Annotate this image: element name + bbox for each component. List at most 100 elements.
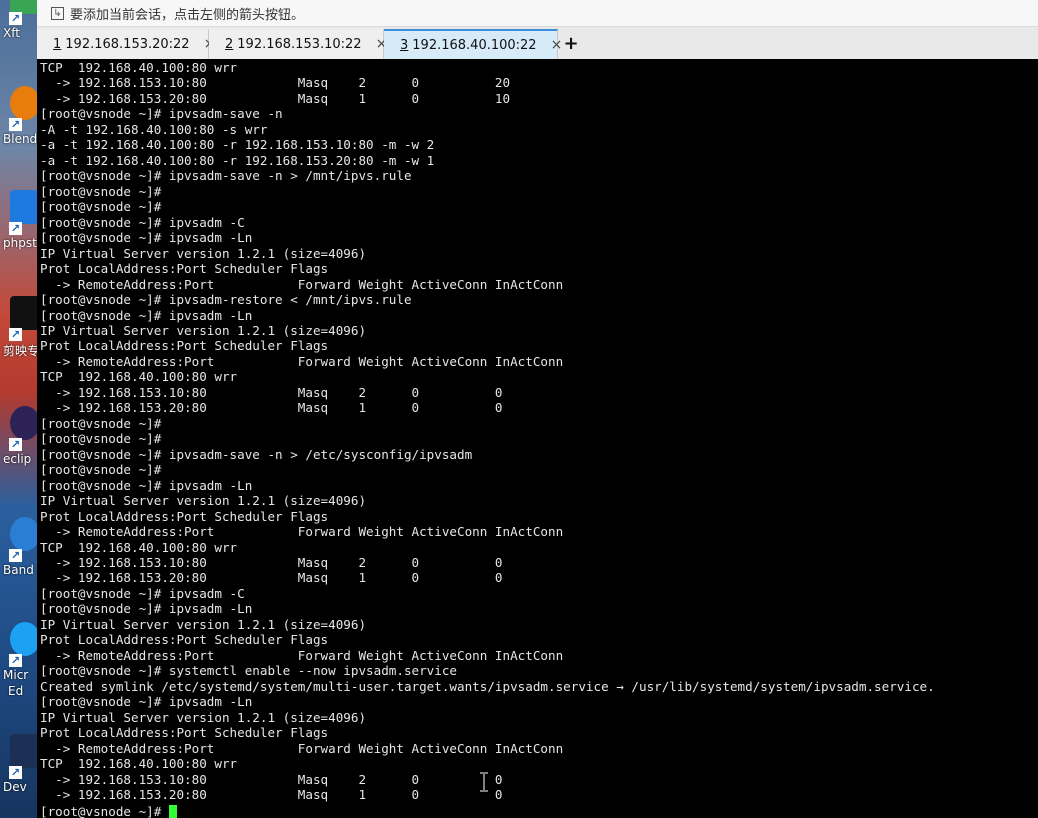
terminal-line: [root@vsnode ~]# ipvsadm -Ln (40, 307, 253, 323)
terminal-output[interactable]: TCP 192.168.40.100:80 wrr -> 192.168.153… (37, 60, 1038, 818)
terminal-line: -> RemoteAddress:Port Forward Weight Act… (55, 276, 564, 292)
terminal-line: -> RemoteAddress:Port Forward Weight Act… (55, 524, 564, 540)
desktop-shortcut-phpstorm[interactable]: ↗ phpst (0, 186, 37, 250)
desktop-shortcut-microsoft-edge[interactable]: ↗ Micr Ed (0, 618, 37, 698)
desktop-shortcut-label: eclip (3, 452, 32, 466)
jianying-icon (10, 296, 37, 330)
terminal-line: TCP 192.168.40.100:80 wrr (40, 369, 238, 385)
edge-icon (10, 622, 37, 656)
tab-label: 192.168.40.100:22 (412, 37, 537, 53)
terminal-line: [root@vsnode ~]# ipvsadm-save -n > /mnt/… (40, 168, 412, 184)
shortcut-arrow-icon: ↗ (9, 766, 22, 779)
terminal-line: -> 192.168.153.20:80 Masq 1 0 10 (55, 90, 511, 106)
terminal-line: -> 192.168.153.10:80 Masq 2 0 20 (55, 75, 511, 91)
terminal-line: -> RemoteAddress:Port Forward Weight Act… (55, 353, 564, 369)
terminal-line: IP Virtual Server version 1.2.1 (size=40… (40, 616, 367, 632)
desktop-shortcut-label: Xft (3, 26, 20, 40)
desktop-shortcut-label: 剪映专 (3, 344, 37, 358)
xshell-window: ↳ 要添加当前会话，点击左侧的箭头按钮。 1 192.168.153.20:22… (37, 0, 1038, 818)
desktop-shortcut-xftp[interactable]: ↗ Xft (0, 0, 37, 40)
terminal-line: -> 192.168.153.10:80 Masq 2 0 0 (55, 771, 503, 787)
tab-number: 3 (400, 37, 409, 53)
shortcut-arrow-icon: ↗ (9, 549, 22, 562)
desktop-shortcut-bandizip[interactable]: ↗ Band (0, 513, 37, 577)
tab-session-3[interactable]: 3 192.168.40.100:22 × (384, 29, 562, 59)
desktop-shortcut-label: Micr (3, 668, 29, 682)
terminal-prompt: [root@vsnode ~]# (40, 804, 169, 818)
terminal-line: [root@vsnode ~]# ipvsadm-restore < /mnt/… (40, 292, 412, 308)
terminal-line: [root@vsnode ~]# ipvsadm -Ln (40, 477, 253, 493)
desktop-strip: ↗ Xft ↗ Blend ↗ phpst ↗ 剪映专 ↗ eclip ↗ Ba… (0, 0, 37, 818)
terminal-line: TCP 192.168.40.100:80 wrr (40, 756, 238, 772)
terminal-line: [root@vsnode ~]# systemctl enable --now … (40, 663, 458, 679)
tab-number: 1 (53, 36, 62, 52)
terminal-line: IP Virtual Server version 1.2.1 (size=40… (40, 709, 367, 725)
desktop-shortcut-blender[interactable]: ↗ Blend (0, 82, 37, 146)
terminal-line: IP Virtual Server version 1.2.1 (size=40… (40, 245, 367, 261)
desktop-shortcut-label: Dev (3, 780, 27, 794)
shortcut-arrow-icon: ↗ (9, 222, 22, 235)
desktop-shortcut-label: phpst (3, 236, 37, 250)
terminal-line: [root@vsnode ~]# (40, 462, 162, 478)
terminal-line: -a -t 192.168.40.100:80 -r 192.168.153.1… (40, 137, 435, 153)
dev-icon (10, 734, 37, 768)
desktop-shortcut-label: Ed (8, 684, 24, 698)
terminal-line: [root@vsnode ~]# ipvsadm -C (40, 585, 245, 601)
terminal-line: [root@vsnode ~]# ipvsadm -Ln (40, 601, 253, 617)
terminal-line: [root@vsnode ~]# ipvsadm -C (40, 214, 245, 230)
bandizip-icon (10, 517, 37, 551)
blender-icon (10, 86, 37, 120)
terminal-line: [root@vsnode ~]# (40, 199, 162, 215)
terminal-line: [root@vsnode ~]# ipvsadm -Ln (40, 694, 253, 710)
terminal-line: -> 192.168.153.20:80 Masq 1 0 0 (55, 570, 503, 586)
terminal-line: -> RemoteAddress:Port Forward Weight Act… (55, 740, 564, 756)
tab-session-1[interactable]: 1 192.168.153.20:22 × (37, 29, 215, 59)
terminal-line: Prot LocalAddress:Port Scheduler Flags (40, 338, 329, 354)
terminal-line: [root@vsnode ~]# (40, 415, 162, 431)
terminal-line: [root@vsnode ~]# (40, 431, 162, 447)
eclipse-icon (10, 406, 37, 440)
terminal-line: Prot LocalAddress:Port Scheduler Flags (40, 261, 329, 277)
desktop-shortcut-eclipse[interactable]: ↗ eclip (0, 402, 37, 466)
terminal-line: -> 192.168.153.10:80 Masq 2 0 0 (55, 384, 503, 400)
terminal-line: -> 192.168.153.20:80 Masq 1 0 0 (55, 787, 503, 803)
shortcut-arrow-icon: ↗ (9, 438, 22, 451)
terminal-line: Prot LocalAddress:Port Scheduler Flags (40, 632, 329, 648)
terminal-line: Prot LocalAddress:Port Scheduler Flags (40, 725, 329, 741)
text-cursor-ibeam-icon (480, 772, 488, 792)
tab-session-2[interactable]: 2 192.168.153.10:22 × (209, 29, 387, 59)
shortcut-arrow-icon: ↗ (9, 118, 22, 131)
terminal-line: IP Virtual Server version 1.2.1 (size=40… (40, 493, 367, 509)
desktop-shortcut-label: Blend (3, 132, 37, 146)
session-info-bar: ↳ 要添加当前会话，点击左侧的箭头按钮。 (37, 0, 1038, 27)
add-session-arrow-icon[interactable]: ↳ (51, 6, 64, 20)
shortcut-arrow-icon: ↗ (9, 328, 22, 341)
tab-label: 192.168.153.10:22 (237, 36, 362, 52)
new-tab-button[interactable]: + (558, 29, 584, 59)
desktop-shortcut-dev[interactable]: ↗ Dev (0, 730, 37, 794)
terminal-line: TCP 192.168.40.100:80 wrr (40, 60, 238, 75)
phpstorm-icon (10, 190, 37, 224)
terminal-line: -> 192.168.153.20:80 Masq 1 0 0 (55, 400, 503, 416)
session-info-text: 要添加当前会话，点击左侧的箭头按钮。 (70, 7, 305, 23)
tab-label: 192.168.153.20:22 (65, 36, 190, 52)
terminal-line: IP Virtual Server version 1.2.1 (size=40… (40, 322, 367, 338)
terminal-text: TCP 192.168.40.100:80 wrr -> 192.168.153… (37, 60, 1038, 803)
terminal-line: [root@vsnode ~]# ipvsadm-save -n > /etc/… (40, 446, 473, 462)
desktop-shortcut-jianying[interactable]: ↗ 剪映专 (0, 292, 37, 358)
terminal-line: Prot LocalAddress:Port Scheduler Flags (40, 508, 329, 524)
tab-number: 2 (225, 36, 234, 52)
session-tab-bar: 1 192.168.153.20:22 × 2 192.168.153.10:2… (37, 27, 1038, 59)
shortcut-arrow-icon: ↗ (9, 654, 22, 667)
shortcut-arrow-icon: ↗ (9, 12, 22, 25)
terminal-line: -> RemoteAddress:Port Forward Weight Act… (55, 647, 564, 663)
terminal-line: [root@vsnode ~]# ipvsadm-save -n (40, 106, 283, 122)
terminal-line: -A -t 192.168.40.100:80 -s wrr (40, 121, 268, 137)
terminal-line: [root@vsnode ~]# (40, 183, 162, 199)
terminal-line: -> 192.168.153.10:80 Masq 2 0 0 (55, 555, 503, 570)
terminal-line: Created symlink /etc/systemd/system/mult… (40, 678, 935, 694)
desktop-shortcut-label: Band (3, 563, 34, 577)
terminal-line: -a -t 192.168.40.100:80 -r 192.168.153.2… (40, 152, 435, 168)
terminal-line: TCP 192.168.40.100:80 wrr (40, 539, 238, 555)
terminal-cursor (168, 805, 177, 818)
